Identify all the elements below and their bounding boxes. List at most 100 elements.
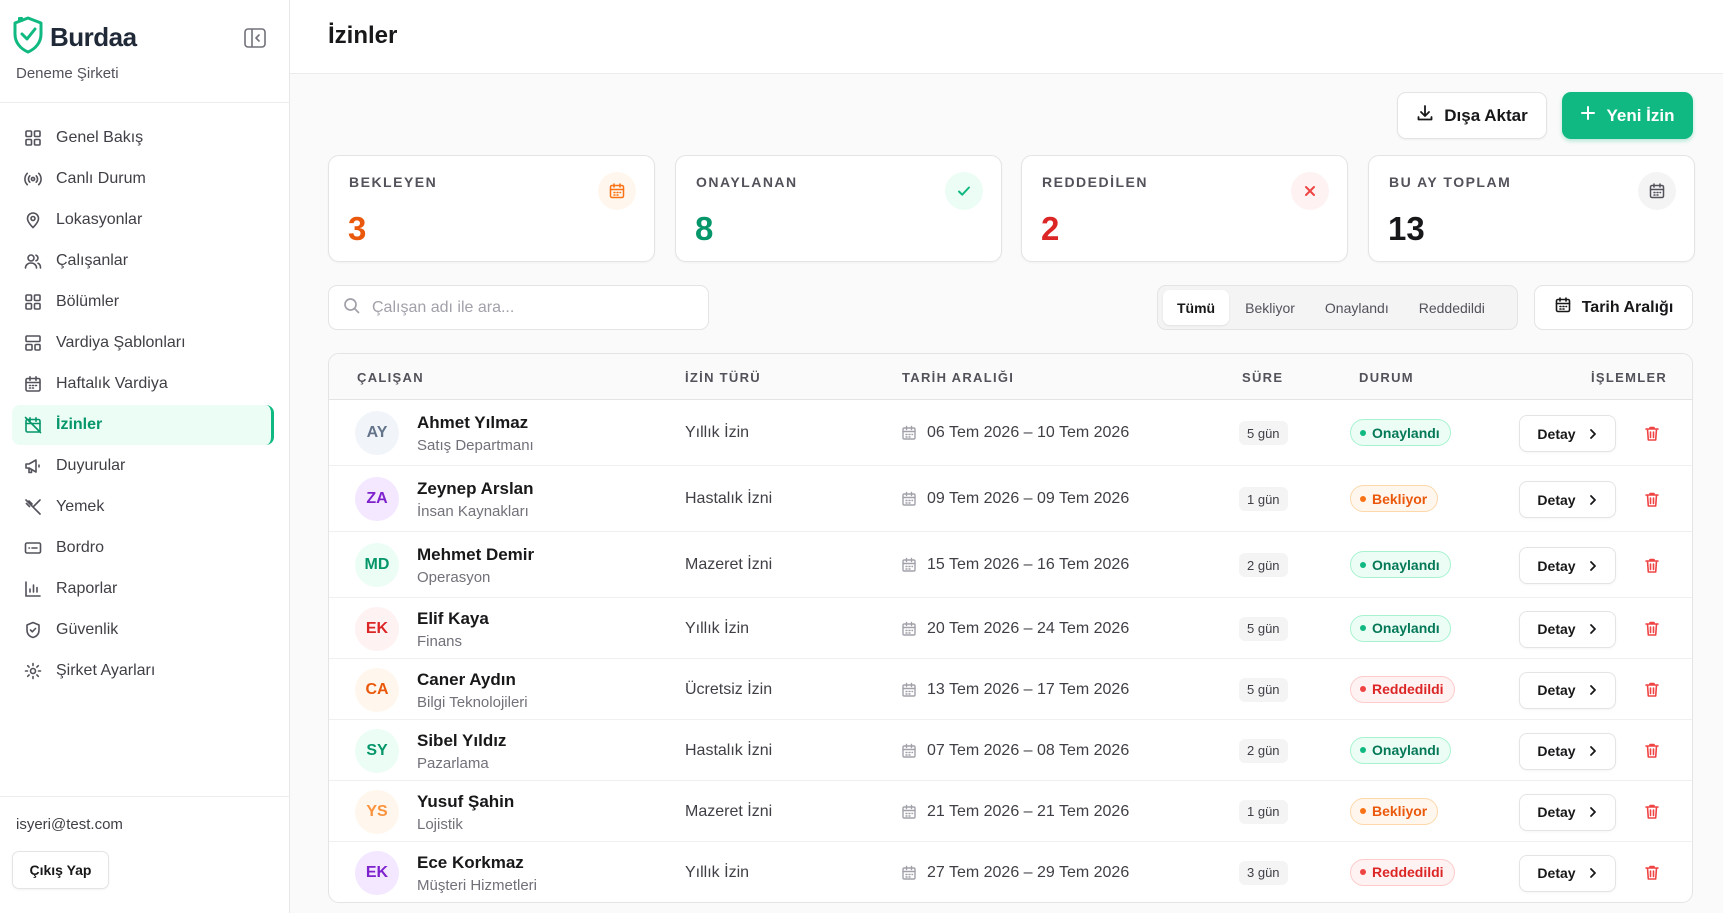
sidebar-item-yemek[interactable]: Yemek xyxy=(12,487,274,527)
date-range-text: 27 Tem 2026 – 29 Tem 2026 xyxy=(927,863,1130,881)
stat-value: 13 xyxy=(1388,210,1425,247)
detail-button[interactable]: Detay xyxy=(1519,793,1616,831)
detail-button[interactable]: Detay xyxy=(1519,732,1616,770)
status-dot xyxy=(1360,686,1366,692)
sidebar-item-label: İzinler xyxy=(56,416,103,433)
employee-name: Mehmet Demir xyxy=(417,545,535,564)
sidebar-item-guvenlik[interactable]: Güvenlik xyxy=(12,610,274,650)
sidebar-item-haftalik-vardiya[interactable]: Haftalık Vardiya xyxy=(12,364,274,404)
date-range-cell: 15 Tem 2026 – 16 Tem 2026 xyxy=(901,556,1129,574)
date-range-cell: 09 Tem 2026 – 09 Tem 2026 xyxy=(901,490,1129,508)
leave-type: Ücretsiz İzin xyxy=(685,680,773,698)
sidebar-nav: Genel Bakış Canlı Durum Lokasyonlar Çalı… xyxy=(12,118,274,692)
detail-button[interactable]: Detay xyxy=(1519,415,1616,452)
delete-icon[interactable] xyxy=(1642,741,1662,761)
detail-button[interactable]: Detay xyxy=(1519,610,1616,648)
date-range-label: Tarih Aralığı xyxy=(1581,298,1674,316)
column-header-date-range: TARİH ARALIĞI xyxy=(902,370,1015,385)
delete-icon[interactable] xyxy=(1642,555,1662,575)
status-badge: Onaylandı xyxy=(1350,551,1451,578)
table-row: EK Elif Kaya Finans Yıllık İzin 20 Tem 2026 … xyxy=(329,598,1692,659)
export-button[interactable]: Dışa Aktar xyxy=(1397,92,1547,139)
tab-rejected[interactable]: Reddedildi xyxy=(1405,290,1499,325)
sidebar-item-bolumler[interactable]: Bölümler xyxy=(12,282,274,322)
date-range-text: 21 Tem 2026 – 21 Tem 2026 xyxy=(927,802,1130,820)
stat-label: REDDEDİLEN xyxy=(1042,174,1149,190)
delete-icon[interactable] xyxy=(1642,680,1662,700)
new-leave-button[interactable]: Yeni İzin xyxy=(1562,92,1693,139)
status-text: Bekliyor xyxy=(1372,490,1428,507)
detail-button[interactable]: Detay xyxy=(1519,854,1616,892)
delete-icon[interactable] xyxy=(1642,802,1662,822)
date-range-button[interactable]: Tarih Aralığı xyxy=(1534,285,1693,330)
delete-icon[interactable] xyxy=(1642,863,1662,883)
leave-type: Hastalık İzni xyxy=(685,490,773,507)
sidebar-item-vardiya-sablonlari[interactable]: Vardiya Şablonları xyxy=(12,323,274,363)
delete-icon[interactable] xyxy=(1642,489,1662,509)
divider xyxy=(0,102,290,103)
sidebar-item-lokasyonlar[interactable]: Lokasyonlar xyxy=(12,200,274,240)
plus-icon xyxy=(1580,105,1596,126)
sidebar-item-izinler[interactable]: İzinler xyxy=(12,405,274,445)
tab-all[interactable]: Tümü xyxy=(1163,290,1230,325)
stat-label: BEKLEYEN xyxy=(349,174,438,190)
status-dot xyxy=(1360,747,1366,753)
chevron-right-icon xyxy=(1588,867,1598,879)
employee-department: İnsan Kaynakları xyxy=(417,503,529,520)
calendar-icon xyxy=(901,621,917,637)
sidebar-item-label: Yemek xyxy=(56,498,105,515)
detail-button[interactable]: Detay xyxy=(1519,547,1616,584)
broadcast-icon xyxy=(24,170,42,188)
sidebar-item-label: Canlı Durum xyxy=(56,170,146,187)
search-input[interactable] xyxy=(372,298,692,317)
employee-department: Lojistik xyxy=(417,815,463,833)
duration-badge: 2 gün xyxy=(1239,738,1288,763)
leaves-table: ÇALIŞAN İZİN TÜRÜ TARİH ARALIĞI SÜRE DUR… xyxy=(328,353,1693,903)
employee-department: Müşteri Hizmetleri xyxy=(417,876,538,894)
map-pin-icon xyxy=(24,211,42,229)
sidebar-item-calisanlar[interactable]: Çalışanlar xyxy=(12,241,274,281)
delete-icon[interactable] xyxy=(1642,423,1662,443)
tab-approved[interactable]: Onaylandı xyxy=(1311,290,1403,325)
users-icon xyxy=(24,252,42,270)
avatar: ZA xyxy=(355,477,399,521)
status-text: Onaylandı xyxy=(1372,620,1440,636)
employee-department: Operasyon xyxy=(417,569,491,586)
stat-value: 3 xyxy=(348,210,367,247)
new-leave-label: Yeni İzin xyxy=(1606,105,1675,125)
calendar-off-icon xyxy=(24,416,42,434)
logout-button[interactable]: Çıkış Yap xyxy=(12,851,109,889)
sidebar-item-bordro[interactable]: Bordro xyxy=(12,528,274,568)
detail-button[interactable]: Detay xyxy=(1519,481,1616,518)
calendar-icon xyxy=(901,743,917,759)
stat-label: ONAYLANAN xyxy=(696,174,798,190)
detail-label: Detay xyxy=(1537,557,1576,574)
stat-card-pending: BEKLEYEN 3 xyxy=(328,155,655,262)
status-dot xyxy=(1360,869,1366,875)
employee-department: Satış Departmanı xyxy=(417,437,534,454)
brand-name: Burdaa xyxy=(50,21,137,52)
status-text: Reddedildi xyxy=(1372,681,1444,697)
calendar-icon xyxy=(1554,296,1572,319)
check-icon xyxy=(945,172,983,210)
table-row: EK Ece Korkmaz Müşteri Hizmetleri Yıllık İz… xyxy=(329,842,1692,902)
sidebar-item-label: Bordro xyxy=(56,539,105,556)
duration-badge: 5 gün xyxy=(1239,677,1288,702)
avatar: MD xyxy=(355,543,399,587)
detail-button[interactable]: Detay xyxy=(1519,671,1616,709)
sidebar-item-genel-bakis[interactable]: Genel Bakış xyxy=(12,118,274,158)
sidebar-item-sirket-ayarlari[interactable]: Şirket Ayarları xyxy=(12,651,274,691)
brand-logo[interactable]: Burdaa xyxy=(12,16,137,58)
employee-department: Finans xyxy=(417,632,463,650)
sidebar-item-canli-durum[interactable]: Canlı Durum xyxy=(12,159,274,199)
status-badge: Reddedildi xyxy=(1350,858,1455,886)
tab-pending[interactable]: Bekliyor xyxy=(1231,290,1309,325)
sidebar-collapse-icon[interactable] xyxy=(242,26,268,50)
delete-icon[interactable] xyxy=(1642,619,1662,639)
avatar: AY xyxy=(355,411,399,455)
search-box[interactable] xyxy=(328,285,709,330)
detail-label: Detay xyxy=(1537,682,1576,698)
sidebar-item-duyurular[interactable]: Duyurular xyxy=(12,446,274,486)
sidebar-item-raporlar[interactable]: Raporlar xyxy=(12,569,274,609)
table-row: ZA Zeynep Arslan İnsan Kaynakları Hastalık … xyxy=(329,466,1692,532)
